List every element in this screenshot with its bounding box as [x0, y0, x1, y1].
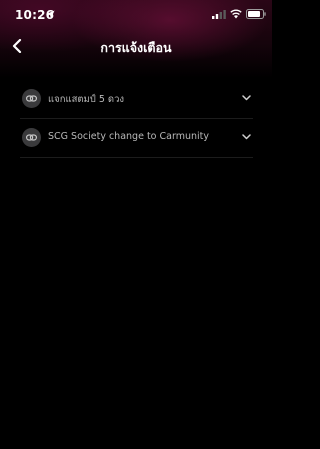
notification-list: แจกแสตมป์ 5 ดวง SCG Society change to Ca…	[20, 80, 253, 158]
chevron-down-icon	[242, 134, 251, 140]
status-bar: 10:26	[0, 0, 272, 30]
notification-label: แจกแสตมป์ 5 ดวง	[48, 94, 125, 105]
chevron-down-icon	[242, 95, 251, 101]
link-icon	[22, 89, 41, 108]
link-icon	[22, 128, 41, 147]
cellular-signal-icon	[212, 10, 226, 19]
navigation-bar: การแจ้งเตือน	[0, 30, 272, 62]
notification-label: SCG Society change to Carmunity	[48, 131, 209, 142]
notification-item-scg-society[interactable]: SCG Society change to Carmunity	[20, 119, 253, 158]
notification-item-stamp[interactable]: แจกแสตมป์ 5 ดวง	[20, 80, 253, 119]
location-arrow-icon	[46, 10, 55, 19]
battery-icon	[246, 9, 266, 19]
page-title: การแจ้งเตือน	[100, 40, 172, 55]
wifi-icon	[230, 9, 242, 19]
